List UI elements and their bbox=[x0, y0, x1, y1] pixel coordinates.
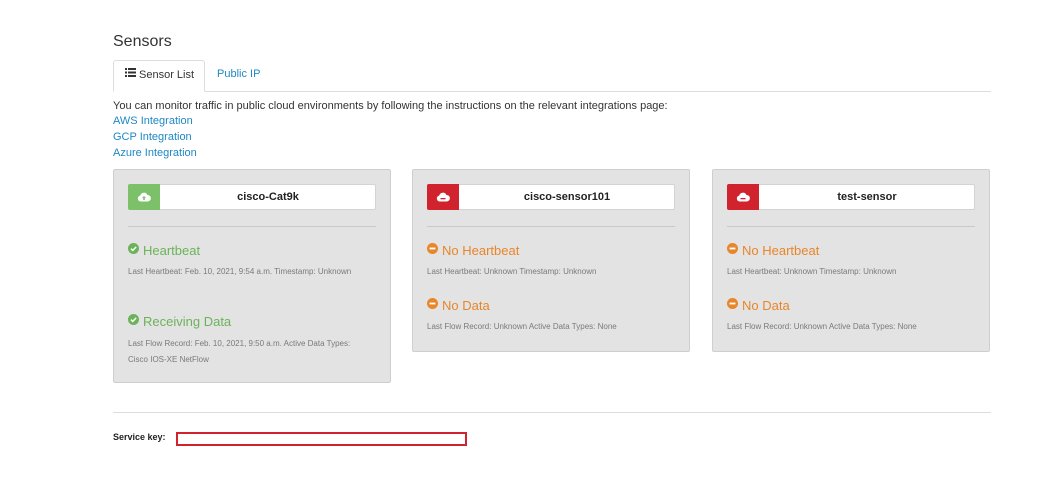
heartbeat-label: Heartbeat bbox=[143, 242, 201, 258]
check-circle-icon bbox=[128, 241, 139, 259]
data-status: No Data bbox=[427, 296, 490, 314]
list-icon bbox=[125, 60, 136, 89]
service-key-label: Service key: bbox=[113, 432, 166, 442]
page-title: Sensors bbox=[113, 33, 172, 50]
data-detail: Last Flow Record: Unknown Active Data Ty… bbox=[727, 322, 917, 331]
aws-integration-link[interactable]: AWS Integration bbox=[113, 115, 193, 127]
heartbeat-detail: Last Heartbeat: Feb. 10, 2021, 9:54 a.m.… bbox=[128, 267, 352, 276]
sensor-header: cisco-sensor101 bbox=[427, 184, 675, 210]
data-detail: Last Flow Record: Unknown Active Data Ty… bbox=[427, 322, 617, 331]
data-status: No Data bbox=[727, 296, 790, 314]
data-detail: Last Flow Record: Feb. 10, 2021, 9:50 a.… bbox=[128, 339, 351, 364]
sensor-name: test-sensor bbox=[837, 191, 897, 203]
azure-integration-link[interactable]: Azure Integration bbox=[113, 147, 197, 159]
divider bbox=[727, 226, 975, 227]
data-label: No Data bbox=[742, 297, 790, 313]
sensor-header: test-sensor bbox=[727, 184, 975, 210]
minus-circle-icon bbox=[727, 296, 738, 314]
service-key-field[interactable] bbox=[176, 432, 467, 446]
cloud-icon bbox=[427, 184, 459, 210]
tab-public-ip[interactable]: Public IP bbox=[217, 60, 260, 91]
heartbeat-status: No Heartbeat bbox=[427, 241, 519, 259]
check-circle-icon bbox=[128, 312, 139, 330]
heartbeat-label: No Heartbeat bbox=[442, 242, 520, 258]
heartbeat-detail: Last Heartbeat: Unknown Timestamp: Unkno… bbox=[727, 267, 897, 276]
cloud-icon bbox=[727, 184, 759, 210]
heartbeat-label: No Heartbeat bbox=[742, 242, 820, 258]
sensor-card: cisco-sensor101 No Heartbeat Last Heartb… bbox=[412, 169, 690, 352]
tab-label: Sensor List bbox=[139, 69, 195, 81]
sensor-name: cisco-sensor101 bbox=[523, 191, 611, 203]
gcp-integration-link[interactable]: GCP Integration bbox=[113, 131, 192, 143]
data-label: No Data bbox=[442, 297, 490, 313]
divider bbox=[427, 226, 675, 227]
divider bbox=[128, 226, 376, 227]
sensor-name: cisco-Cat9k bbox=[237, 191, 299, 203]
sensor-card: test-sensor No Heartbeat Last Heartbeat:… bbox=[712, 169, 990, 352]
heartbeat-status: No Heartbeat bbox=[727, 241, 819, 259]
section-divider bbox=[113, 412, 991, 413]
sensor-card: cisco-Cat9k Heartbeat Last Heartbeat: Fe… bbox=[113, 169, 391, 383]
minus-circle-icon bbox=[427, 241, 438, 259]
heartbeat-detail: Last Heartbeat: Unknown Timestamp: Unkno… bbox=[427, 267, 597, 276]
intro-text: You can monitor traffic in public cloud … bbox=[113, 100, 668, 112]
minus-circle-icon bbox=[727, 241, 738, 259]
tab-bar: Sensor List Public IP bbox=[113, 60, 991, 92]
heartbeat-status: Heartbeat bbox=[128, 241, 200, 259]
tab-sensor-list[interactable]: Sensor List bbox=[113, 60, 205, 92]
cloud-upload-icon bbox=[128, 184, 160, 210]
sensor-header: cisco-Cat9k bbox=[128, 184, 376, 210]
data-status: Receiving Data bbox=[128, 312, 231, 330]
minus-circle-icon bbox=[427, 296, 438, 314]
data-label: Receiving Data bbox=[143, 313, 232, 329]
